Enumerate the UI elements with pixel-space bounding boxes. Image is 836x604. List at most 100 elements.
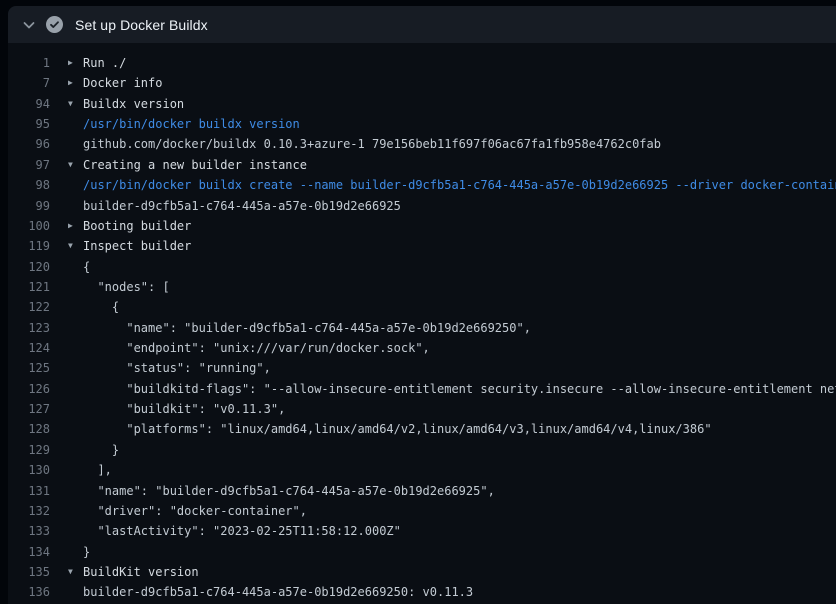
log-line: 126 "buildkitd-flags": "--allow-insecure… [8, 379, 836, 399]
line-text: } [83, 440, 119, 460]
line-text: { [83, 297, 119, 317]
log-area: 1 ▶ Run ./ 7 ▶ Docker info 94 ▼ Buildx v… [8, 43, 836, 604]
log-line[interactable]: 97 ▼ Creating a new builder instance [8, 155, 836, 175]
line-number[interactable]: 98 [8, 175, 50, 195]
line-number[interactable]: 122 [8, 297, 50, 317]
log-line[interactable]: 119 ▼ Inspect builder [8, 236, 836, 256]
triangle-right-icon[interactable]: ▶ [68, 53, 83, 73]
actions-log-viewer: Set up Docker Buildx 1 ▶ Run ./ 7 ▶ Dock… [8, 6, 836, 604]
line-number[interactable]: 135 [8, 562, 50, 582]
log-line[interactable]: 7 ▶ Docker info [8, 73, 836, 93]
toggle-icon [68, 582, 83, 602]
line-text: "status": "running", [83, 358, 271, 378]
line-number[interactable]: 119 [8, 236, 50, 256]
line-text: "name": "builder-d9cfb5a1-c764-445a-a57e… [83, 481, 495, 501]
log-line: 127 "buildkit": "v0.11.3", [8, 399, 836, 419]
check-circle-icon [46, 16, 63, 33]
toggle-icon [68, 297, 83, 317]
step-title: Set up Docker Buildx [75, 17, 208, 33]
toggle-icon [68, 379, 83, 399]
line-text: "lastActivity": "2023-02-25T11:58:12.000… [83, 521, 401, 541]
log-line[interactable]: 94 ▼ Buildx version [8, 94, 836, 114]
toggle-icon [68, 358, 83, 378]
line-number[interactable]: 123 [8, 318, 50, 338]
log-line[interactable]: 1 ▶ Run ./ [8, 53, 836, 73]
line-text: BuildKit version [83, 562, 199, 582]
line-number[interactable]: 130 [8, 460, 50, 480]
line-text: Booting builder [83, 216, 191, 236]
line-text: Buildx version [83, 94, 184, 114]
line-number[interactable]: 127 [8, 399, 50, 419]
line-text: "name": "builder-d9cfb5a1-c764-445a-a57e… [83, 318, 531, 338]
line-number[interactable]: 99 [8, 196, 50, 216]
line-number[interactable]: 96 [8, 134, 50, 154]
log-line: 130 ], [8, 460, 836, 480]
triangle-down-icon[interactable]: ▼ [68, 236, 83, 256]
toggle-icon [68, 338, 83, 358]
log-line: 96 github.com/docker/buildx 0.10.3+azure… [8, 134, 836, 154]
log-line: 121 "nodes": [ [8, 277, 836, 297]
toggle-icon [68, 419, 83, 439]
line-number[interactable]: 97 [8, 155, 50, 175]
log-line[interactable]: 100 ▶ Booting builder [8, 216, 836, 236]
line-text: "buildkit": "v0.11.3", [83, 399, 285, 419]
toggle-icon [68, 521, 83, 541]
chevron-down-icon[interactable] [21, 17, 37, 33]
line-text: } [83, 542, 90, 562]
line-number[interactable]: 121 [8, 277, 50, 297]
triangle-right-icon[interactable]: ▶ [68, 73, 83, 93]
line-text: "platforms": "linux/amd64,linux/amd64/v2… [83, 419, 712, 439]
line-number[interactable]: 126 [8, 379, 50, 399]
step-header[interactable]: Set up Docker Buildx [8, 6, 836, 43]
toggle-icon [68, 175, 83, 195]
line-number[interactable]: 7 [8, 73, 50, 93]
line-number[interactable]: 125 [8, 358, 50, 378]
line-text: /usr/bin/docker buildx create --name bui… [83, 175, 836, 195]
line-number[interactable]: 129 [8, 440, 50, 460]
log-line: 98 /usr/bin/docker buildx create --name … [8, 175, 836, 195]
line-text: Run ./ [83, 53, 126, 73]
toggle-icon [68, 277, 83, 297]
line-text: "driver": "docker-container", [83, 501, 307, 521]
log-line: 125 "status": "running", [8, 358, 836, 378]
log-line: 132 "driver": "docker-container", [8, 501, 836, 521]
line-number[interactable]: 120 [8, 257, 50, 277]
toggle-icon [68, 257, 83, 277]
line-number[interactable]: 136 [8, 582, 50, 602]
triangle-down-icon[interactable]: ▼ [68, 562, 83, 582]
line-text: Creating a new builder instance [83, 155, 307, 175]
line-number[interactable]: 95 [8, 114, 50, 134]
line-text: Docker info [83, 73, 162, 93]
line-text: "endpoint": "unix:///var/run/docker.sock… [83, 338, 430, 358]
log-line: 120 { [8, 257, 836, 277]
line-text: /usr/bin/docker buildx version [83, 114, 300, 134]
line-number[interactable]: 124 [8, 338, 50, 358]
line-text: Inspect builder [83, 236, 191, 256]
line-number[interactable]: 134 [8, 542, 50, 562]
line-text: builder-d9cfb5a1-c764-445a-a57e-0b19d2e6… [83, 582, 473, 602]
triangle-down-icon[interactable]: ▼ [68, 155, 83, 175]
toggle-icon [68, 440, 83, 460]
log-line: 136 builder-d9cfb5a1-c764-445a-a57e-0b19… [8, 582, 836, 602]
log-line: 134 } [8, 542, 836, 562]
line-number[interactable]: 94 [8, 94, 50, 114]
line-number[interactable]: 1 [8, 53, 50, 73]
triangle-right-icon[interactable]: ▶ [68, 216, 83, 236]
line-number[interactable]: 100 [8, 216, 50, 236]
line-number[interactable]: 133 [8, 521, 50, 541]
line-number[interactable]: 128 [8, 419, 50, 439]
line-number[interactable]: 131 [8, 481, 50, 501]
log-line: 124 "endpoint": "unix:///var/run/docker.… [8, 338, 836, 358]
toggle-icon [68, 481, 83, 501]
toggle-icon [68, 114, 83, 134]
log-line: 123 "name": "builder-d9cfb5a1-c764-445a-… [8, 318, 836, 338]
line-number[interactable]: 132 [8, 501, 50, 521]
toggle-icon [68, 318, 83, 338]
toggle-icon [68, 542, 83, 562]
line-text: builder-d9cfb5a1-c764-445a-a57e-0b19d2e6… [83, 196, 401, 216]
log-lines: 1 ▶ Run ./ 7 ▶ Docker info 94 ▼ Buildx v… [8, 53, 836, 603]
line-text: "nodes": [ [83, 277, 170, 297]
triangle-down-icon[interactable]: ▼ [68, 94, 83, 114]
log-line[interactable]: 135 ▼ BuildKit version [8, 562, 836, 582]
log-line: 95 /usr/bin/docker buildx version [8, 114, 836, 134]
